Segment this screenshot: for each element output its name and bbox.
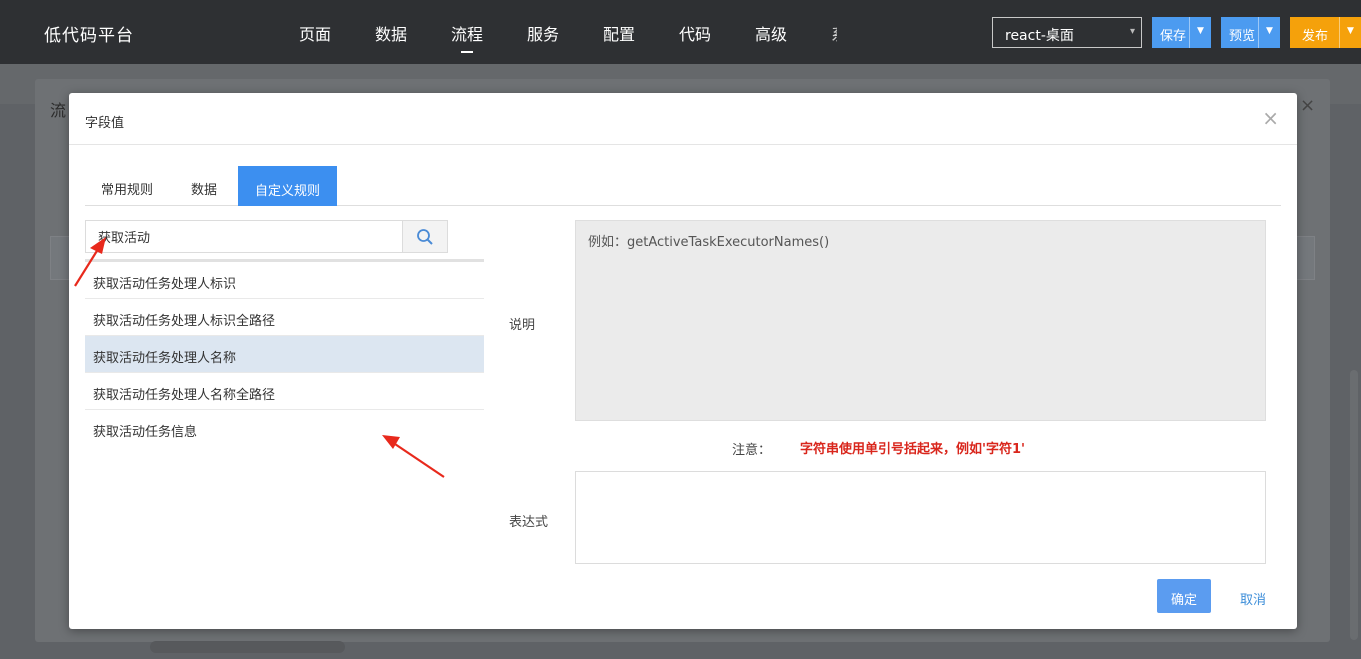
tab-common-rules[interactable]: 常用规则 bbox=[85, 166, 169, 206]
publish-button[interactable]: 发布 ▼ bbox=[1290, 17, 1361, 48]
note-label: 注意： bbox=[732, 443, 772, 458]
tab-data[interactable]: 数据 bbox=[175, 166, 233, 206]
nav-item-advanced[interactable]: 高级 bbox=[755, 21, 787, 45]
list-item-selected[interactable]: 获取活动任务处理人名称 bbox=[85, 336, 484, 373]
nav-item-code[interactable]: 代码 bbox=[679, 21, 711, 45]
expression-label: 表达式 bbox=[509, 515, 549, 530]
top-bar: 低代码平台 页面 数据 流程 服务 配置 代码 高级 系 react-桌面 ▾ … bbox=[0, 0, 1361, 64]
list-item[interactable]: 获取活动任务信息 bbox=[85, 410, 484, 447]
publish-button-label: 发布 bbox=[1302, 29, 1329, 44]
background-close-icon: × bbox=[1300, 95, 1316, 116]
dialog-title: 字段值 bbox=[85, 116, 125, 131]
note-text: 字符串使用单引号括起来，例如'字符1' bbox=[800, 442, 1026, 457]
search-input[interactable] bbox=[85, 220, 403, 253]
nav-item-config[interactable]: 配置 bbox=[603, 21, 635, 45]
expression-input[interactable] bbox=[575, 471, 1266, 564]
list-item[interactable]: 获取活动任务处理人标识全路径 bbox=[85, 299, 484, 336]
background-scrollbar bbox=[150, 641, 345, 653]
field-value-dialog: 字段值 × 常用规则 数据 自定义规则 获取活动任务处理人标识 获取活动任务处理… bbox=[69, 93, 1297, 629]
rule-tabs: 常用规则 数据 自定义规则 bbox=[85, 166, 1281, 206]
preview-button-label: 预览 bbox=[1229, 29, 1256, 44]
app-select[interactable]: react-桌面 ▾ bbox=[992, 17, 1142, 48]
tab-custom-rules[interactable]: 自定义规则 bbox=[238, 166, 338, 206]
nav-item-services[interactable]: 服务 bbox=[527, 21, 559, 45]
nav-item-process[interactable]: 流程 bbox=[451, 21, 483, 53]
preview-dropdown-icon[interactable]: ▼ bbox=[1258, 17, 1280, 48]
search-button[interactable] bbox=[402, 220, 448, 253]
save-dropdown-icon[interactable]: ▼ bbox=[1189, 17, 1211, 48]
publish-dropdown-icon[interactable]: ▼ bbox=[1339, 17, 1361, 48]
background-vertical-scrollbar bbox=[1350, 370, 1358, 640]
app-title: 低代码平台 bbox=[44, 26, 134, 46]
chevron-down-icon: ▾ bbox=[1129, 26, 1135, 37]
ok-button[interactable]: 确定 bbox=[1157, 579, 1211, 613]
search-icon bbox=[417, 229, 433, 245]
save-button-label: 保存 bbox=[1160, 29, 1187, 44]
save-button[interactable]: 保存 ▼ bbox=[1152, 17, 1211, 48]
background-panel-title: 流 bbox=[50, 101, 67, 120]
nav-item-pages[interactable]: 页面 bbox=[299, 21, 331, 45]
dialog-header: 字段值 × bbox=[69, 93, 1297, 145]
cancel-button[interactable]: 取消 bbox=[1240, 589, 1266, 608]
list-item[interactable]: 获取活动任务处理人名称全路径 bbox=[85, 373, 484, 410]
app-select-value: react-桌面 bbox=[1005, 28, 1074, 44]
description-label: 说明 bbox=[509, 318, 536, 333]
close-icon[interactable]: × bbox=[1262, 106, 1279, 130]
nav-item-data[interactable]: 数据 bbox=[375, 21, 407, 45]
list-item[interactable]: 获取活动任务处理人标识 bbox=[85, 262, 484, 299]
description-box: 例如：getActiveTaskExecutorNames() bbox=[575, 220, 1266, 421]
preview-button[interactable]: 预览 ▼ bbox=[1221, 17, 1280, 48]
function-list: 获取活动任务处理人标识 获取活动任务处理人标识全路径 获取活动任务处理人名称 获… bbox=[85, 262, 484, 447]
nav-item-truncated[interactable]: 系 bbox=[831, 21, 837, 45]
